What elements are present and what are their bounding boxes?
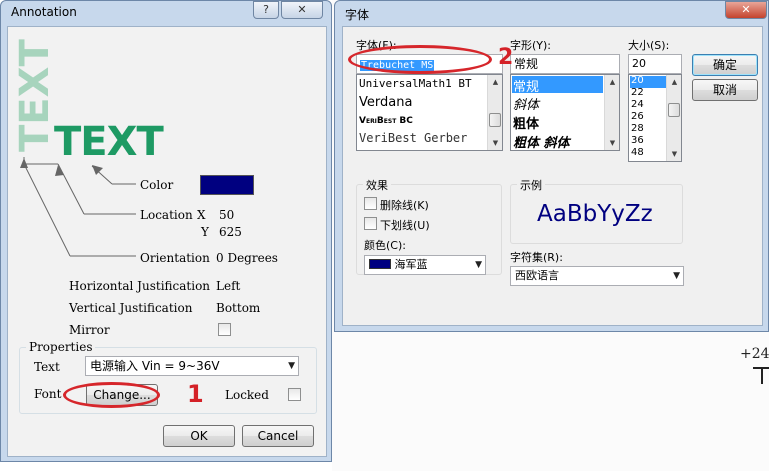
font-size-input[interactable]: 20	[628, 54, 682, 74]
underline-checkbox[interactable]	[364, 217, 377, 230]
charset-label: 字符集(R):	[510, 251, 563, 264]
font-size-item[interactable]: 28	[631, 123, 644, 134]
mirror-checkbox[interactable]	[218, 323, 231, 336]
font-style-item[interactable]: 粗体	[513, 113, 539, 132]
scroll-thumb[interactable]	[668, 103, 680, 117]
font-size-item[interactable]: 24	[631, 99, 644, 110]
step-marker-2: 2	[498, 45, 514, 70]
font-size-label: 大小(S):	[628, 39, 670, 52]
color-swatch[interactable]	[200, 175, 254, 195]
font-color-swatch	[369, 259, 391, 269]
schematic-net-label: +24	[740, 346, 769, 362]
font-style-item[interactable]: 粗体 斜体	[513, 132, 570, 150]
strikeout-checkbox[interactable]	[364, 197, 377, 210]
help-button[interactable]: ?	[253, 1, 279, 19]
font-size-item[interactable]: 36	[631, 135, 644, 146]
chevron-down-icon[interactable]: ▼	[288, 357, 295, 375]
text-label: Text	[34, 360, 60, 374]
font-size-item[interactable]: 26	[631, 111, 644, 122]
font-style-item[interactable]: 斜体	[513, 94, 539, 113]
scroll-down-icon[interactable]: ▼	[605, 136, 619, 150]
font-dialog: 字体 ✕ 字体(F): Trebuchet MS UniversalMath1 …	[334, 0, 769, 332]
font-style-label: 字形(Y):	[510, 39, 552, 52]
font-style-item[interactable]: 常规	[513, 76, 539, 95]
charset-select[interactable]: 西欧语言 ▼	[510, 266, 684, 286]
locked-checkbox[interactable]	[288, 388, 301, 401]
step-marker-1: 1	[187, 380, 204, 408]
x-label: X	[197, 208, 206, 222]
chevron-down-icon[interactable]: ▼	[475, 256, 482, 274]
scroll-up-icon[interactable]: ▲	[605, 75, 619, 89]
annotation-client: TEXT TEXT Color Location X 50 Y 625 Orie…	[7, 26, 327, 457]
size-list-scrollbar[interactable]: ▲ ▼	[666, 75, 681, 161]
chevron-down-icon[interactable]: ▼	[673, 267, 680, 285]
font-ok-button[interactable]: 确定	[692, 54, 758, 76]
mirror-label: Mirror	[69, 323, 110, 337]
font-size-list[interactable]: 20 22 24 26 28 36 48 ▲ ▼	[628, 74, 682, 162]
orientation-label: Orientation	[140, 251, 210, 265]
font-color-value: 海军蓝	[394, 258, 428, 271]
font-list-item[interactable]: VeriBest BC	[359, 116, 413, 126]
preview-callout-lines	[20, 157, 136, 257]
font-list-item[interactable]: UniversalMath1 BT	[359, 77, 472, 90]
orientation-value[interactable]: 0 Degrees	[216, 251, 278, 265]
scroll-thumb[interactable]	[489, 113, 501, 127]
font-style-input[interactable]: 常规	[510, 54, 620, 74]
locked-label: Locked	[225, 388, 269, 402]
scroll-up-icon[interactable]: ▲	[667, 75, 681, 89]
hjust-value[interactable]: Left	[216, 279, 240, 293]
scroll-down-icon[interactable]: ▼	[667, 147, 681, 161]
scroll-up-icon[interactable]: ▲	[488, 75, 502, 89]
x-value[interactable]: 50	[219, 208, 234, 222]
color-select-label: 颜色(C):	[364, 239, 406, 252]
vjust-label: Vertical Justification	[69, 301, 193, 315]
hjust-label: Horizontal Justification	[69, 279, 211, 293]
strikeout-label: 删除线(K)	[380, 199, 429, 212]
font-size-item[interactable]: 48	[631, 147, 644, 158]
font-label: Font	[34, 387, 62, 401]
charset-value: 西欧语言	[515, 269, 559, 282]
y-label: Y	[201, 225, 209, 239]
font-size-item[interactable]: 22	[631, 87, 644, 98]
ok-button[interactable]: OK	[163, 425, 235, 447]
location-label: Location	[140, 208, 193, 222]
font-cancel-button[interactable]: 取消	[692, 79, 758, 101]
annotation-titlebar[interactable]: Annotation ? ✕	[1, 1, 331, 25]
annotation-dialog: Annotation ? ✕ TEXT TEXT Color Location …	[0, 0, 332, 462]
font-list-scrollbar[interactable]: ▲ ▼	[487, 75, 502, 150]
close-button[interactable]: ✕	[281, 1, 323, 19]
highlight-oval-fontname	[348, 45, 492, 74]
scroll-down-icon[interactable]: ▼	[488, 136, 502, 150]
sample-text: AaBbYyZz	[537, 201, 653, 227]
text-combo-value: 电源输入 Vin = 9~36V	[90, 359, 220, 373]
font-dialog-title: 字体	[345, 8, 370, 22]
font-list-item[interactable]: Verdana	[359, 95, 412, 110]
font-dialog-close-button[interactable]: ✕	[725, 1, 767, 19]
cancel-button[interactable]: Cancel	[242, 425, 314, 447]
font-name-list[interactable]: UniversalMath1 BT Verdana VeriBest BC Ve…	[356, 74, 503, 151]
highlight-oval-change	[63, 382, 160, 408]
properties-label: Properties	[26, 340, 96, 354]
underline-label: 下划线(U)	[380, 219, 430, 232]
color-label: Color	[140, 178, 174, 192]
font-style-list[interactable]: 常规 斜体 粗体 粗体 斜体 ▲ ▼	[510, 74, 620, 151]
style-list-scrollbar[interactable]: ▲ ▼	[604, 75, 619, 150]
font-list-item[interactable]: VeriBest Gerber	[359, 131, 467, 145]
sample-label: 示例	[517, 177, 545, 193]
vjust-value[interactable]: Bottom	[216, 301, 260, 315]
effects-label: 效果	[363, 177, 391, 193]
annotation-title: Annotation	[11, 5, 77, 19]
font-color-select[interactable]: 海军蓝 ▼	[364, 255, 486, 275]
text-combo[interactable]: 电源输入 Vin = 9~36V ▼	[85, 356, 299, 376]
font-size-item[interactable]: 20	[631, 75, 644, 86]
y-value[interactable]: 625	[219, 225, 242, 239]
